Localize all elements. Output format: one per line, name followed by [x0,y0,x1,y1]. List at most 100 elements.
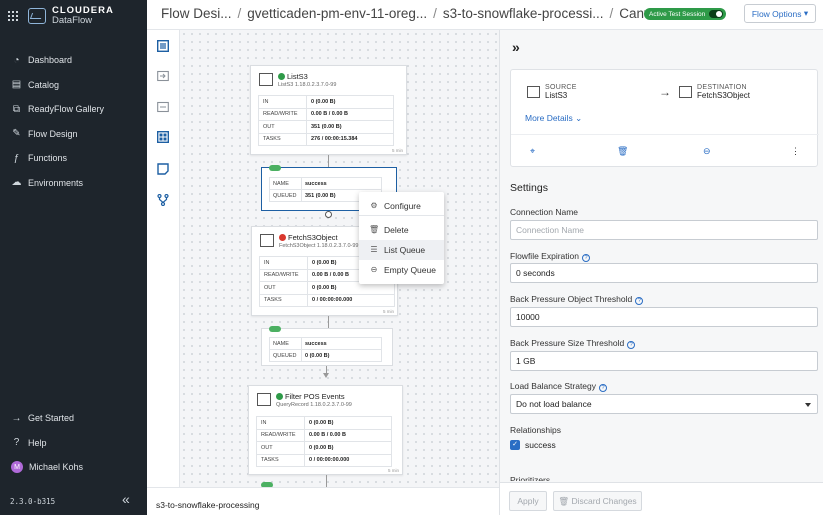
trash-icon: 🗑 [369,225,380,235]
processor-tool-icon[interactable] [157,40,169,52]
info-icon[interactable]: ? [581,254,590,262]
running-status-icon [278,73,285,80]
processor-type: FetchS3Object 1.18.0.2.3.7.0-99 [279,243,359,249]
flow-options-button[interactable]: Flow Options ▾ [744,4,816,23]
info-icon[interactable]: ? [627,341,636,349]
processor-icon [679,86,692,98]
stats-window: 5 min [387,468,399,473]
more-details-link[interactable]: More Details ⌄ [525,113,582,124]
table-row: NAME success [269,177,382,190]
sidebar-item-catalog[interactable]: ▤ Catalog [0,73,147,98]
menu-item-configure[interactable]: ⚙ Configure [359,196,444,216]
processor-icon [257,393,271,406]
processor-icon [259,73,273,86]
trash-icon[interactable]: 🗑 [617,146,628,157]
caret-down-icon [805,403,811,407]
funnel-tool-icon[interactable] [157,194,169,206]
help-icon: ? [13,437,20,449]
table-row: IN 0 (0.00 B) [256,416,392,430]
input-port-tool-icon[interactable] [157,70,169,82]
back-pressure-size-label: Back Pressure Size Threshold? [510,338,636,349]
configuration-panel: » SOURCE ListS3 → DESTINATION FetchS3Objec… [499,30,823,515]
menu-item-delete[interactable]: 🗑 Delete [359,220,444,240]
connection-line [326,475,327,487]
table-row: IN 0 (0.00 B) [258,95,394,109]
chevron-down-icon: ⌄ [575,113,583,123]
connection-arrow-icon [323,373,329,378]
panel-footer: Apply 🗑 Discard Changes [500,482,823,515]
info-icon[interactable]: ? [599,384,608,392]
sidebar-item-readyflow-gallery[interactable]: ⧉ ReadyFlow Gallery [0,97,147,122]
breadcrumb-environment[interactable]: gvetticaden-pm-env-11-oreg... [247,6,427,21]
pencil-icon: ✎ [12,128,21,140]
output-port-tool-icon[interactable] [157,101,169,113]
sidebar-item-environments[interactable]: ☁ Environments [0,171,147,196]
process-group-tool-icon[interactable] [157,131,169,143]
arrow-right-icon: → [659,85,671,99]
breadcrumb-flow[interactable]: s3-to-snowflake-processi... [443,6,604,21]
discard-changes-button[interactable]: 🗑 Discard Changes [553,491,642,511]
relationship-success-checkbox[interactable]: ✓ success [510,440,556,450]
list-icon: ☰ [370,245,378,255]
processor-name: FetchS3Object [288,233,338,242]
avatar: M [11,461,23,474]
sidebar-item-user[interactable]: M Michael Kohs [0,455,147,480]
processor-stats: IN 0 (0.00 B) READ/WRITE 0.00 B / 0.00 B O… [256,416,392,467]
connection-success[interactable]: NAME success QUEUED 0 (0.00 B) [261,326,393,366]
flow-name: s3-to-snowflake-processing [156,500,260,510]
processor-type: ListS3 1.18.0.2.3.7.0-99 [278,82,337,88]
back-pressure-object-input[interactable] [510,307,818,327]
table-row: QUEUED 0 (0.00 B) [269,349,382,362]
menu-item-list-queue[interactable]: ☰ List Queue [359,240,444,260]
flowfile-expiration-input[interactable] [510,263,818,283]
more-options-icon[interactable]: ⋮ [791,146,800,157]
card-actions: ⌖ 🗑 ⊖ ⋮ [511,134,819,168]
trash-icon: 🗑 [558,495,570,506]
connection-badge-icon [269,165,281,171]
sidebar-item-flow-design[interactable]: ✎ Flow Design [0,122,147,147]
table-row: TASKS 0 / 00:00:00.000 [256,453,392,467]
processor-name: ListS3 [287,72,308,81]
arrow-right-icon: → [11,412,22,424]
stats-window: 5 min [382,309,394,314]
app-grid-icon[interactable] [8,11,18,21]
processor-icon [260,234,274,247]
minus-circle-icon[interactable]: ⊖ [703,146,711,157]
locate-icon[interactable]: ⌖ [530,146,535,157]
running-status-icon [276,393,283,400]
sidebar-item-dashboard[interactable]: ◔ Dashboard [0,48,147,73]
header: Flow Desi... / gvetticaden-pm-env-11-oreg.… [147,0,823,30]
breadcrumb: Flow Desi... / gvetticaden-pm-env-11-oreg.… [161,6,661,21]
checkmark-icon: ✓ [510,440,520,450]
cloud-icon: ☁ [11,177,22,189]
connection-endpoint-icon[interactable] [325,211,332,218]
minus-circle-icon: ⊖ [370,265,378,275]
gear-icon: ⚙ [370,201,378,211]
flow-canvas[interactable]: ListS3 ListS3 1.18.0.2.3.7.0-99 IN 0 (0.0… [180,30,499,487]
gallery-icon: ⧉ [12,103,21,115]
label-tool-icon[interactable] [157,163,169,175]
collapse-sidebar-icon[interactable]: « [122,491,130,507]
processor-filter-pos-events[interactable]: Filter POS Events QueryRecord 1.18.0.2.3… [248,385,403,475]
info-icon[interactable]: ? [635,297,644,305]
menu-item-empty-queue[interactable]: ⊖ Empty Queue [359,260,444,280]
sidebar-item-get-started[interactable]: → Get Started [0,406,147,431]
active-test-session-toggle[interactable]: Active Test Session [644,8,727,20]
table-row: NAME success [269,337,382,350]
table-row: READ/WRITE 0.00 B / 0.00 B [258,107,394,121]
version-label: 2.3.0-b315 [10,497,56,506]
connection-name-input[interactable] [510,220,818,240]
connection-line [328,155,329,167]
load-balance-strategy-select[interactable]: Do not load balance [510,394,818,414]
breadcrumb-flow-design[interactable]: Flow Desi... [161,6,232,21]
back-pressure-size-input[interactable] [510,351,818,371]
expand-panel-icon[interactable]: » [512,39,520,55]
table-row: OUT 351 (0.00 B) [258,120,394,134]
sidebar-nav: ◔ Dashboard ▤ Catalog ⧉ ReadyFlow Gallery ✎… [0,48,147,195]
processor-lists3[interactable]: ListS3 ListS3 1.18.0.2.3.7.0-99 IN 0 (0.0… [250,65,407,155]
sidebar-item-functions[interactable]: ƒ Functions [0,146,147,171]
toggle-switch-icon [709,10,724,18]
apply-button[interactable]: Apply [509,491,547,511]
sidebar-item-help[interactable]: ? Help [0,431,147,456]
settings-title: Settings [510,182,548,194]
